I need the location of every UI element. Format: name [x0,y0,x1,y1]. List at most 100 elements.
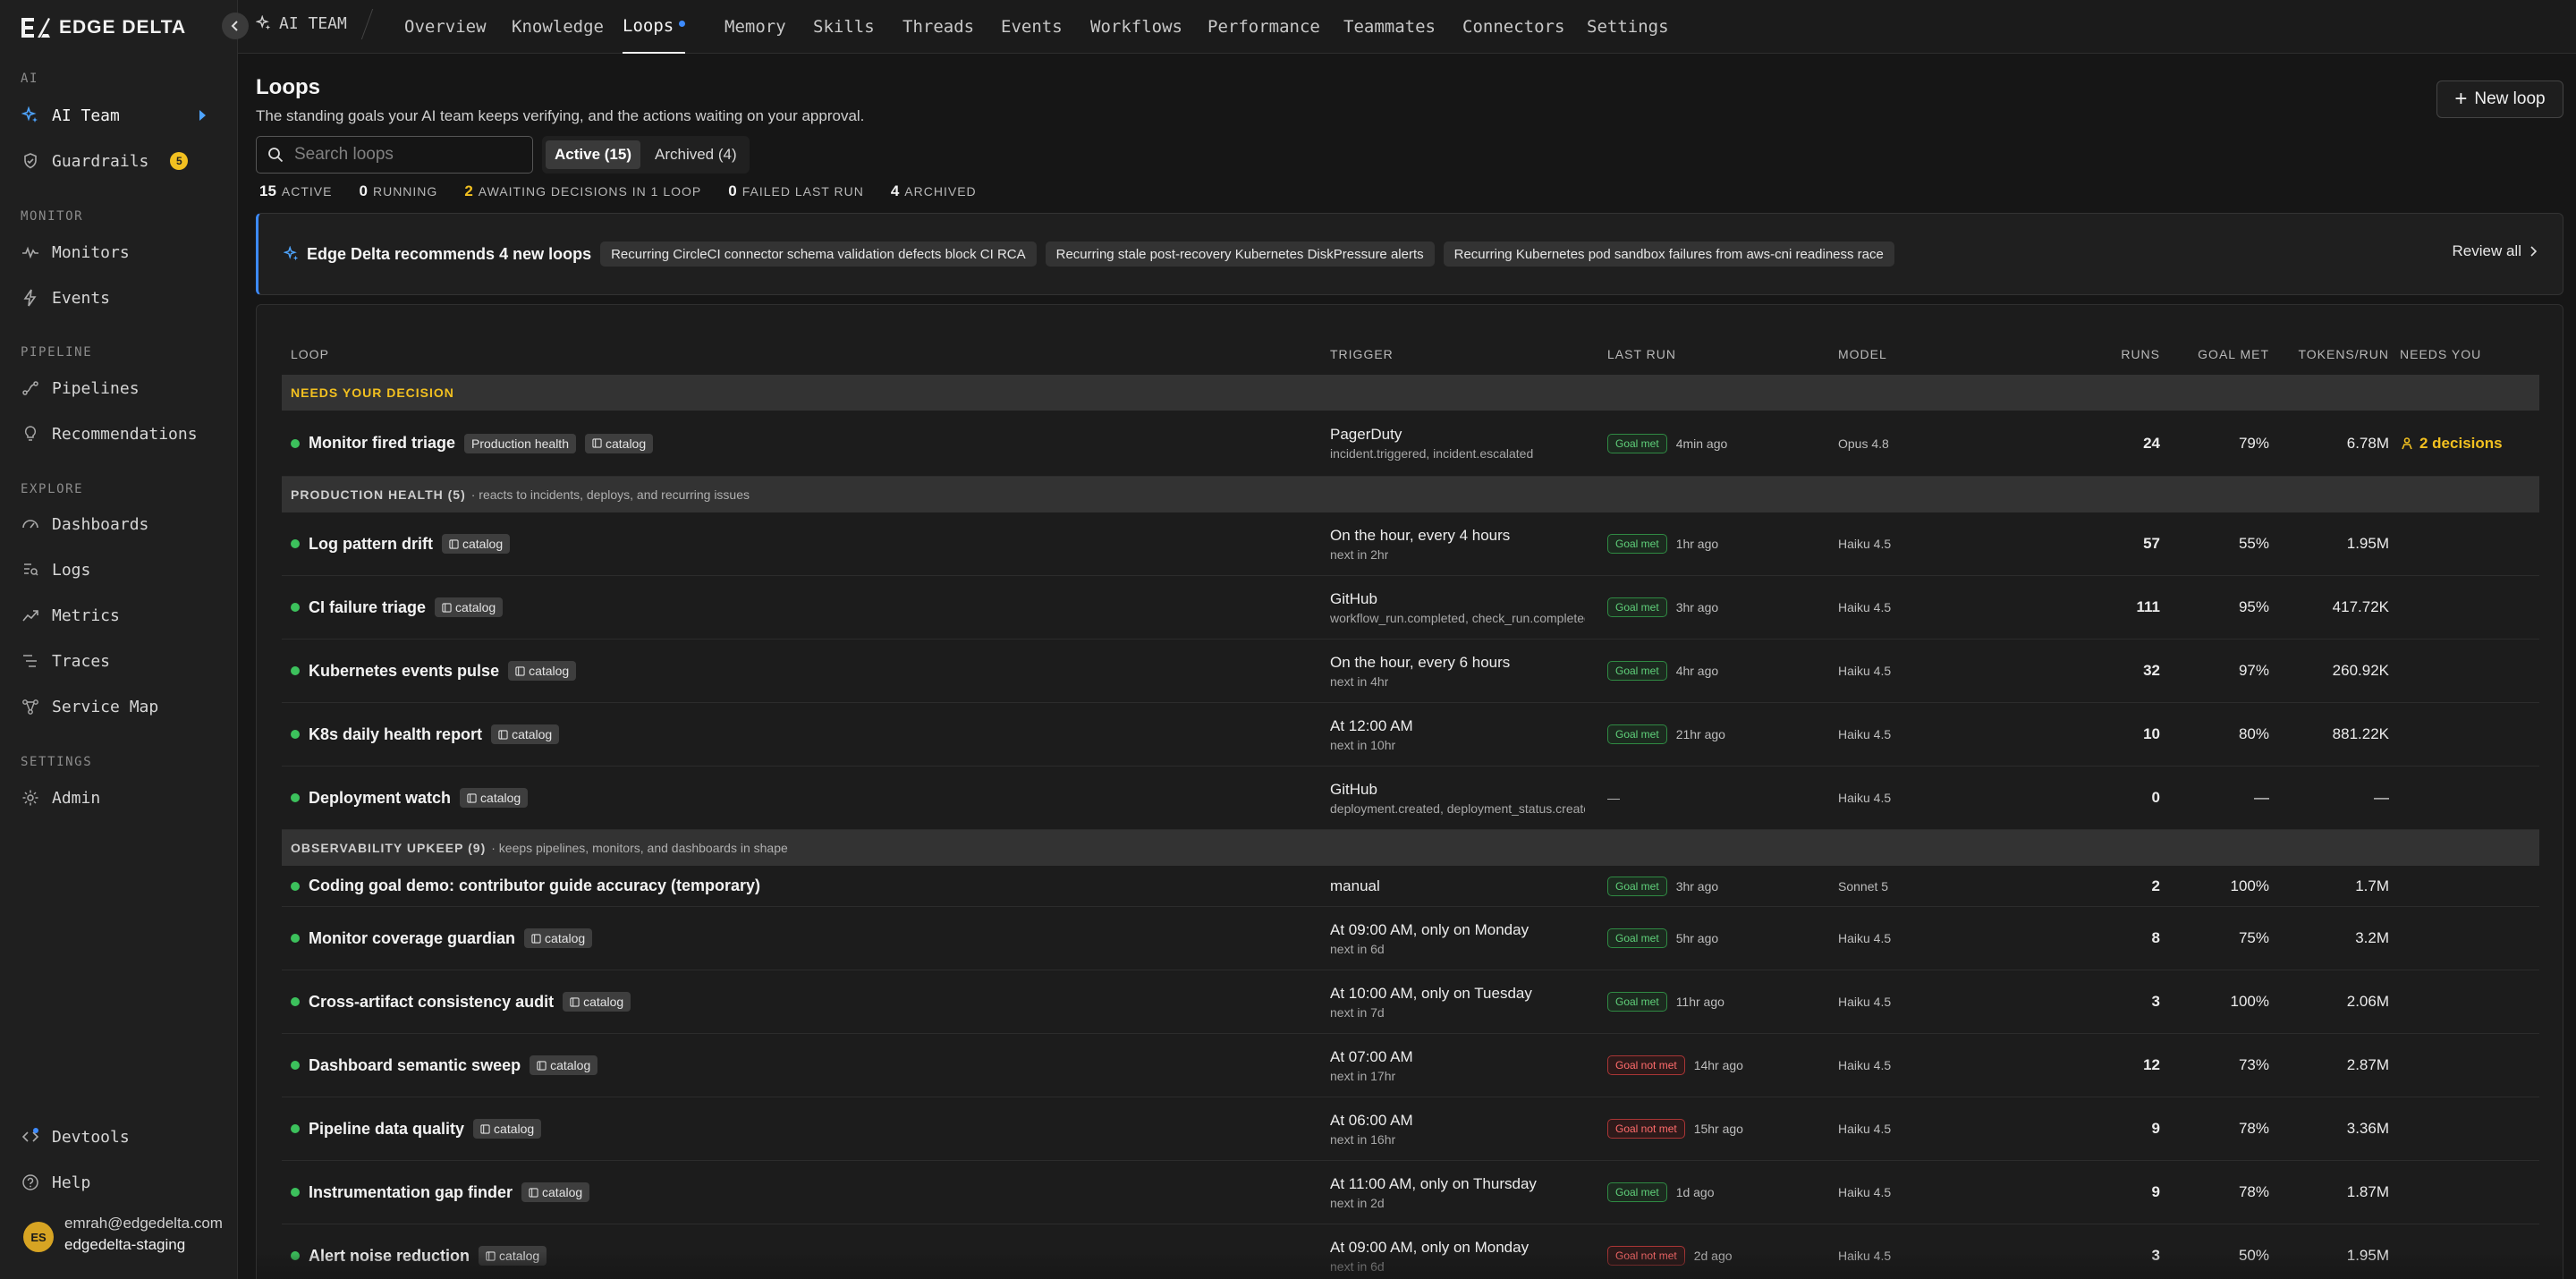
table-row[interactable]: Log pattern drift catalog On the hour, eve… [282,512,2539,576]
table-row[interactable]: Deployment watch catalog GitHub deployment.… [282,767,2539,830]
tab-loops[interactable]: Loops [623,0,686,54]
sidebar-item-recommendations[interactable]: Recommendations [13,416,224,452]
loop-cell: K8s daily health report catalog [291,703,560,766]
status-filter: Active (15) Archived (4) [542,136,750,174]
loop-name[interactable]: Log pattern drift [309,535,433,554]
loop-name[interactable]: Coding goal demo: contributor guide accu… [309,877,760,895]
last-run-time: 4min ago [1675,436,1728,451]
sidebar-item-dashboards[interactable]: Dashboards [13,506,224,542]
table-row[interactable]: Dashboard semantic sweep catalog At 07:00 … [282,1034,2539,1097]
sidebar-item-devtools[interactable]: Devtools [13,1119,224,1155]
tag-label: catalog [529,664,570,678]
loop-name[interactable]: Kubernetes events pulse [309,662,499,681]
tab-teammates[interactable]: Teammates [1343,0,1436,54]
tab-threads[interactable]: Threads [902,0,974,54]
loop-name[interactable]: Cross-artifact consistency audit [309,993,554,1012]
tag-chip: catalog [473,1119,542,1139]
loop-name[interactable]: Dashboard semantic sweep [309,1056,521,1075]
col-goal-met[interactable]: GOAL MET [2180,334,2269,375]
sidebar-item-guardrails[interactable]: Guardrails 5 [13,143,224,179]
tab-settings[interactable]: Settings [1587,0,1669,54]
col-needs-you[interactable]: NEEDS YOU [2400,334,2481,375]
tab-overview[interactable]: Overview [404,0,487,54]
table-row[interactable]: Cross-artifact consistency audit catalog A… [282,970,2539,1034]
runs-count: 3 [2151,993,2160,1010]
recommendation-title: Edge Delta recommends 4 new loops [307,244,592,263]
model-cell: Haiku 4.5 [1838,703,1891,766]
loop-name[interactable]: Monitor coverage guardian [309,929,515,948]
code-icon [21,1128,39,1142]
user-menu[interactable]: ES emrah@edgedelta.com edgedelta-staging [23,1215,223,1254]
tab-workflows[interactable]: Workflows [1090,0,1182,54]
sidebar-item-metrics[interactable]: Metrics [13,597,224,633]
table-row[interactable]: CI failure triage catalog GitHub workflow_r… [282,576,2539,640]
brand-logo[interactable]: EDGE DELTA [20,14,186,41]
recommendation-chip[interactable]: Recurring CircleCI connector schema vali… [600,241,1037,267]
guardrails-count-badge: 5 [170,152,189,170]
loop-name[interactable]: Deployment watch [309,789,451,808]
table-row[interactable]: Monitor fired triage Production health cat… [282,411,2539,477]
tokens-value: 1.95M [2346,535,2389,552]
stat-awaiting[interactable]: 2 AWAITING DECISIONS IN 1 LOOP [464,182,701,200]
model-name: Haiku 4.5 [1838,537,1892,551]
sidebar-item-monitors[interactable]: Monitors [13,234,224,270]
new-loop-button[interactable]: + New loop [2436,80,2563,118]
tab-knowledge[interactable]: Knowledge [512,0,604,54]
active-indicator-icon [199,110,206,121]
breadcrumb[interactable]: AI TEAM [256,0,347,47]
tag-chip: catalog [584,433,654,453]
loop-name[interactable]: CI failure triage [309,598,426,617]
needs-you-cell[interactable]: 2 decisions [2400,411,2503,476]
runs-count: 0 [2151,789,2160,806]
loop-name[interactable]: Instrumentation gap finder [309,1183,513,1202]
col-trigger[interactable]: TRIGGER [1330,334,1394,375]
tab-connectors[interactable]: Connectors [1462,0,1564,54]
table-row[interactable]: Monitor coverage guardian catalog At 09:00… [282,907,2539,970]
trigger-label: On the hour, every 4 hours [1330,526,1511,544]
sidebar-item-logs[interactable]: Logs [13,552,224,588]
tab-memory[interactable]: Memory [724,0,786,54]
tab-skills[interactable]: Skills [813,0,875,54]
sidebar-item-service-map[interactable]: Service Map [13,689,224,724]
search-box[interactable] [256,136,533,174]
loop-cell: Monitor fired triage Production health cat… [291,411,654,476]
group-header: OBSERVABILITY UPKEEP (9) · keeps pipeline… [282,830,2539,866]
table-row[interactable]: Kubernetes events pulse catalog On the hou… [282,640,2539,703]
sidebar-item-events[interactable]: Events [13,280,224,316]
review-all-button[interactable]: Review all [2453,242,2538,260]
sidebar-item-help[interactable]: Help [13,1165,224,1200]
last-run-time: 14hr ago [1693,1058,1743,1072]
sidebar-item-admin[interactable]: Admin [13,780,224,816]
col-tokens[interactable]: TOKENS/RUN [2278,334,2389,375]
trigger-cell: GitHub workflow_run.completed, check_run.… [1330,576,1585,639]
loop-name[interactable]: Monitor fired triage [309,434,455,453]
col-loop[interactable]: LOOP [291,334,329,375]
table-row[interactable]: Instrumentation gap finder catalog At 11:0… [282,1161,2539,1224]
runs-count: 9 [2151,1120,2160,1137]
table-row[interactable]: Pipeline data quality catalog At 06:00 AM n… [282,1097,2539,1161]
table-row[interactable]: K8s daily health report catalog At 12:00 A… [282,703,2539,767]
last-run-cell: Goal met 21hr ago [1607,703,1725,766]
collapse-sidebar-button[interactable] [222,13,249,39]
col-model[interactable]: MODEL [1838,334,1887,375]
sidebar-item-traces[interactable]: Traces [13,643,224,679]
table-row[interactable]: Coding goal demo: contributor guide accu… [282,866,2539,907]
recommendation-chip[interactable]: Recurring Kubernetes pod sandbox failure… [1443,241,1894,267]
col-last-run[interactable]: LAST RUN [1607,334,1676,375]
search-input[interactable] [294,145,518,165]
loop-name[interactable]: K8s daily health report [309,725,482,744]
sidebar-item-pipelines[interactable]: Pipelines [13,370,224,406]
filter-active[interactable]: Active (15) [546,140,640,169]
last-run-time: 21hr ago [1675,727,1725,741]
loop-name[interactable]: Pipeline data quality [309,1120,464,1139]
tag-label: catalog [583,995,624,1009]
col-runs[interactable]: RUNS [2072,334,2160,375]
sidebar-item-label: Metrics [52,606,120,625]
tab-performance[interactable]: Performance [1208,0,1320,54]
recommendation-chip[interactable]: Recurring stale post-recovery Kubernetes… [1045,241,1435,267]
catalog-icon [467,792,477,803]
filter-archived[interactable]: Archived (4) [646,140,746,169]
tab-events[interactable]: Events [1001,0,1063,54]
sidebar-item-ai-team[interactable]: AI Team [13,97,224,133]
tokens-cell: 1.95M [2276,512,2389,575]
